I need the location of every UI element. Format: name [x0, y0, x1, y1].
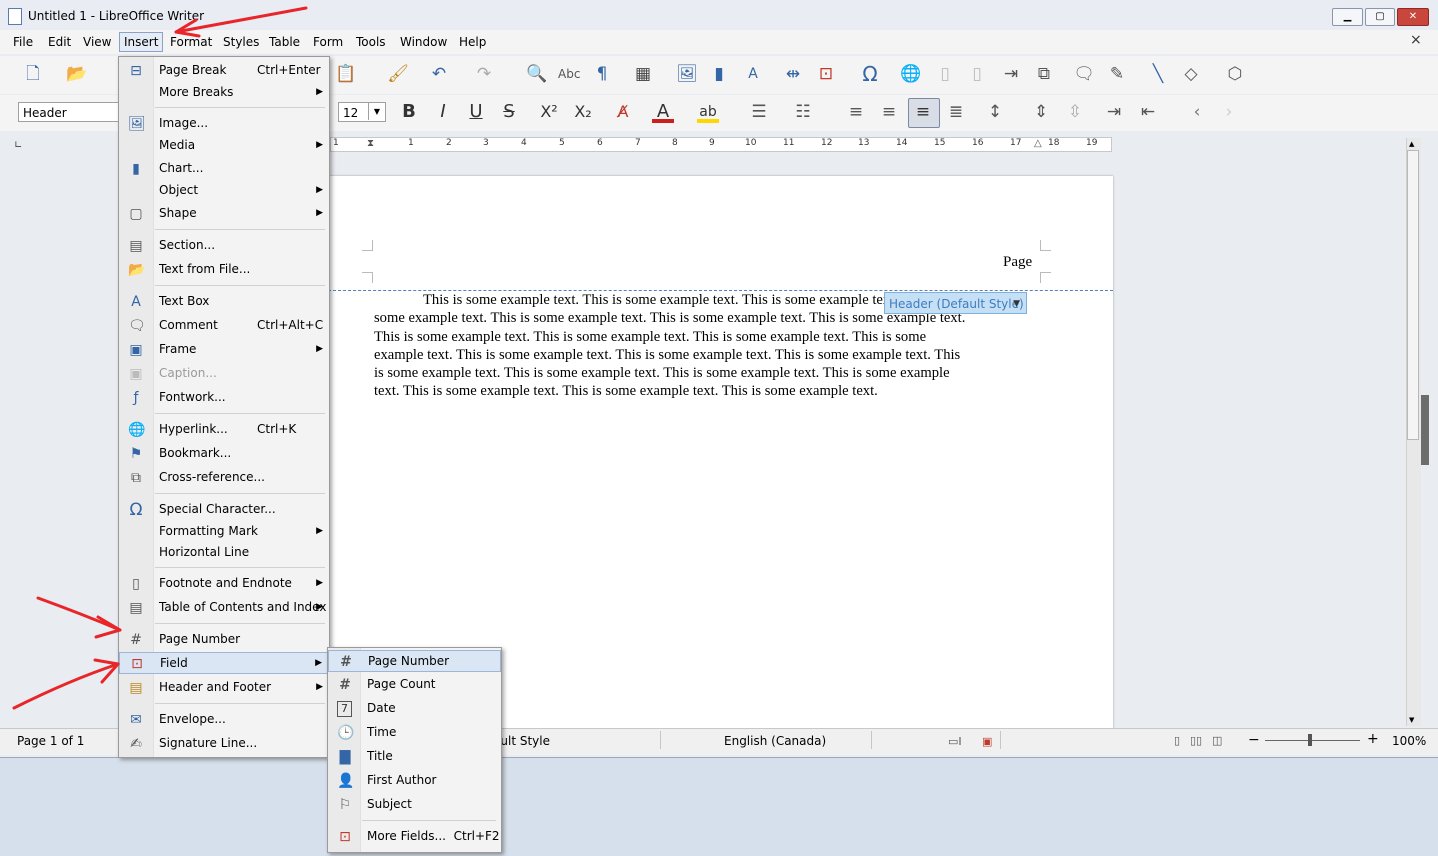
- arrow-to-field: [12, 662, 120, 710]
- annotation-arrows: [12, 6, 308, 710]
- arrow-to-page-number: [36, 596, 122, 632]
